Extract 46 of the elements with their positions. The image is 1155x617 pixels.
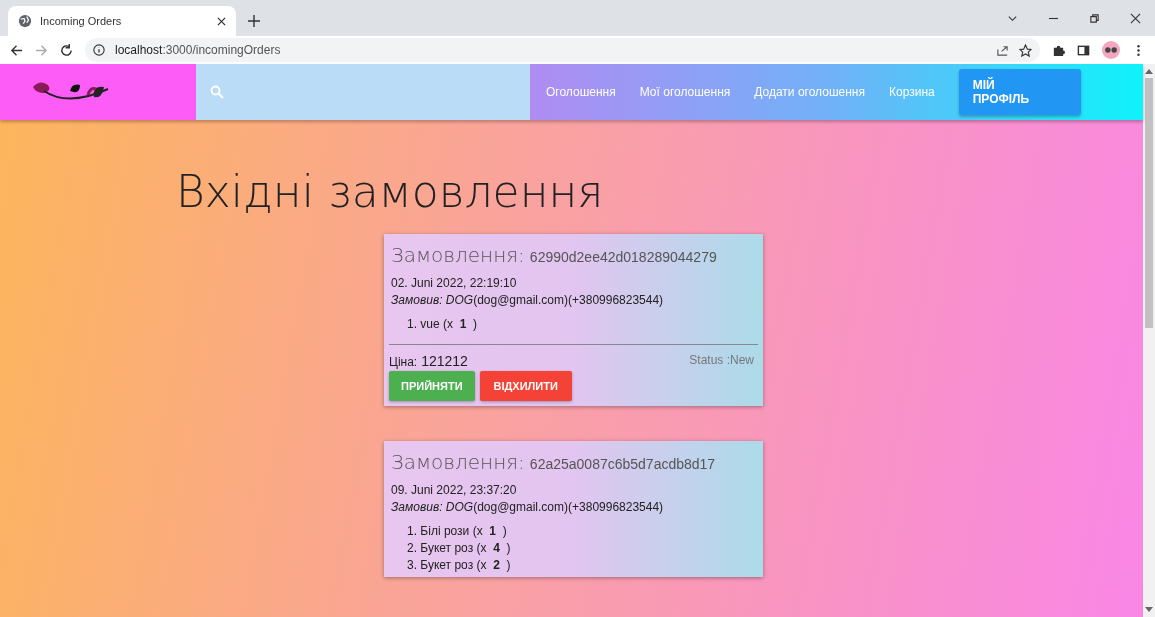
price-value: 121212 (421, 353, 468, 369)
puzzle-icon[interactable] (1052, 43, 1065, 57)
order-id: 62a25a0087c6b5d7acdb8d17 (529, 456, 716, 472)
nav-link[interactable]: Мої оголошення (639, 85, 731, 99)
search-field[interactable] (196, 64, 530, 120)
info-icon (93, 44, 105, 56)
restore-icon[interactable] (1089, 12, 1100, 24)
nav-link[interactable]: Корзина (888, 85, 935, 99)
scrollbar[interactable] (1143, 64, 1155, 617)
share-icon[interactable] (996, 43, 1009, 57)
order-id: 62990d2ee42d018289044279 (529, 249, 717, 265)
page-title: Вхідні замовлення (176, 165, 605, 219)
address-bar[interactable]: localhost:3000/incomingOrders (85, 38, 1040, 62)
scroll-up-icon[interactable] (1145, 68, 1153, 74)
order-item: 3. Букет роз (x 2 ) (407, 558, 512, 572)
scroll-thumb[interactable] (1145, 78, 1153, 328)
tab-title: Incoming Orders (40, 15, 123, 27)
side-panel-icon[interactable] (1077, 43, 1090, 57)
customer-info: Замовив: DOG(dog@gmail.com)(+380996823544) (390, 500, 665, 514)
order-item: 1. vue (x 1 ) (407, 317, 479, 331)
globe-icon (18, 14, 32, 28)
price-label: Ціна: (389, 355, 418, 369)
order-item: 2. Букет роз (x 4 ) (407, 541, 512, 555)
new-tab-icon[interactable] (248, 15, 260, 27)
close-icon[interactable] (1130, 12, 1141, 24)
reload-icon[interactable] (60, 43, 73, 57)
reject-button[interactable]: ВІДХИЛИТИ (479, 371, 572, 401)
nav-link[interactable]: Оголошення (546, 85, 616, 99)
nav-link[interactable]: Додати оголошення (754, 85, 865, 99)
order-date: 02. Juni 2022, 22:19:10 (390, 276, 518, 290)
back-icon[interactable] (10, 43, 23, 57)
order-status: Status :New (689, 353, 754, 367)
order-date: 09. Juni 2022, 23:37:20 (390, 483, 518, 497)
browser-tab[interactable]: Incoming Orders (8, 6, 236, 36)
profile-button[interactable]: МІЙ ПРОФІЛЬ (958, 69, 1081, 115)
order-item: 1. Білі рози (x 1 ) (407, 524, 508, 538)
star-icon[interactable] (1019, 43, 1032, 57)
avatar-icon[interactable] (1102, 41, 1120, 59)
accept-button[interactable]: ПРИЙНЯТИ (389, 371, 475, 401)
order-heading: Замовлення: (391, 243, 525, 267)
search-icon (210, 85, 224, 99)
customer-info: Замовив: DOG(dog@gmail.com)(+380996823544) (390, 293, 665, 307)
url-text: localhost:3000/incomingOrders (115, 43, 281, 57)
scroll-down-icon[interactable] (1145, 607, 1153, 613)
order-heading: Замовлення: (391, 450, 525, 474)
close-icon[interactable] (217, 16, 226, 26)
